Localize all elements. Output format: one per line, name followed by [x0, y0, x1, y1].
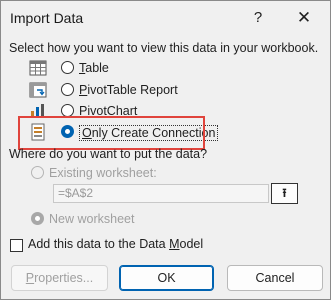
ok-button[interactable]: OK: [119, 265, 214, 291]
pivottable-icon: [29, 82, 47, 98]
data-model-label: Add this data to the Data Model: [28, 237, 204, 251]
properties-button[interactable]: Properties...: [11, 265, 108, 291]
close-button[interactable]: ✕: [289, 7, 319, 29]
reference-input[interactable]: =$A$2: [53, 184, 269, 203]
data-model-checkbox[interactable]: [10, 239, 23, 252]
pivottable-radio[interactable]: [61, 83, 74, 96]
pivottable-label: PivotTable Report: [79, 83, 178, 97]
table-radio[interactable]: [61, 61, 74, 74]
dialog-title: Import Data: [10, 10, 84, 26]
option-table[interactable]: Table: [29, 59, 149, 79]
table-label: Table: [79, 61, 109, 75]
table-icon: [29, 60, 47, 76]
cancel-button[interactable]: Cancel: [227, 265, 323, 291]
destination-prompt: Where do you want to put the data?: [9, 147, 208, 161]
highlight-annotation: [18, 116, 205, 150]
title-bar: Import Data ? ✕: [1, 1, 330, 35]
option-new-worksheet[interactable]: New worksheet: [1, 210, 201, 230]
view-prompt: Select how you want to view this data in…: [9, 41, 319, 55]
collapse-dialog-button[interactable]: ⭱: [271, 183, 298, 204]
existing-worksheet-label: Existing worksheet:: [49, 166, 157, 180]
new-worksheet-label: New worksheet: [49, 212, 135, 226]
help-button[interactable]: ?: [243, 7, 273, 29]
option-pivottable[interactable]: PivotTable Report: [29, 81, 179, 101]
option-existing-worksheet[interactable]: Existing worksheet:: [1, 164, 201, 184]
upload-arrow-icon: ⭱: [282, 186, 287, 200]
new-worksheet-radio[interactable]: [31, 212, 44, 225]
existing-worksheet-radio[interactable]: [31, 166, 44, 179]
import-data-dialog: Import Data ? ✕ Select how you want to v…: [0, 0, 331, 300]
